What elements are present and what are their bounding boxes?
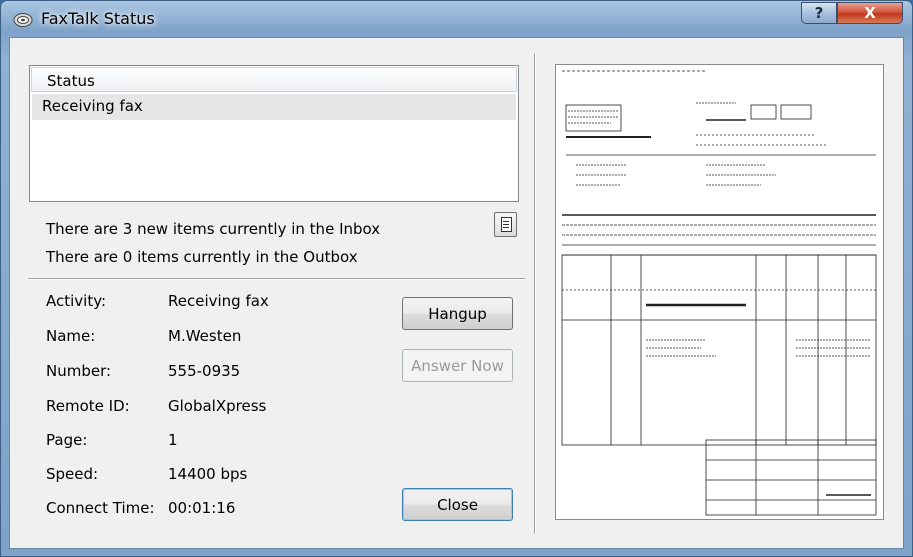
list-item[interactable]: Receiving fax [32,94,516,120]
speed-value: 14400 bps [168,465,248,483]
fax-machine-icon [13,13,33,27]
close-button[interactable]: Close [402,488,513,521]
status-list[interactable]: Status Receiving fax [29,65,519,202]
faxtalk-status-window: FaxTalk Status ? X Status Receiving fax … [0,0,913,557]
fax-page-preview [555,64,884,520]
activity-value: Receiving fax [168,292,269,310]
window-title: FaxTalk Status [41,9,155,28]
hangup-button[interactable]: Hangup [402,297,513,330]
help-button[interactable]: ? [801,2,837,24]
status-header-label: Status [47,72,95,90]
speed-label: Speed: [46,465,99,483]
number-label: Number: [46,362,112,380]
number-value: 555-0935 [168,362,241,380]
divider [28,278,525,280]
page-value: 1 [168,431,178,449]
activity-label: Activity: [46,292,107,310]
fax-thumbnail-image [561,70,877,516]
title-bar[interactable]: FaxTalk Status ? X [1,1,912,37]
outbox-count-text: There are 0 items currently in the Outbo… [46,248,358,266]
name-label: Name: [46,327,96,345]
inbox-count-text: There are 3 new items currently in the I… [46,220,381,238]
answer-now-button[interactable]: Answer Now [402,349,513,382]
page-label: Page: [46,431,88,449]
dialog-body: Status Receiving fax There are 3 new ite… [9,37,904,549]
remote-id-value: GlobalXpress [168,397,267,415]
status-column-header[interactable]: Status [31,67,517,92]
connect-time-label: Connect Time: [46,499,155,517]
remote-id-label: Remote ID: [46,397,130,415]
help-icon: ? [814,4,824,22]
window-close-button[interactable]: X [837,2,903,24]
name-value: M.Westen [168,327,242,345]
close-icon: X [864,4,876,22]
open-inbox-button[interactable] [494,212,517,237]
vertical-divider [534,54,536,534]
status-item-label: Receiving fax [42,97,143,115]
connect-time-value: 00:01:16 [168,499,236,517]
